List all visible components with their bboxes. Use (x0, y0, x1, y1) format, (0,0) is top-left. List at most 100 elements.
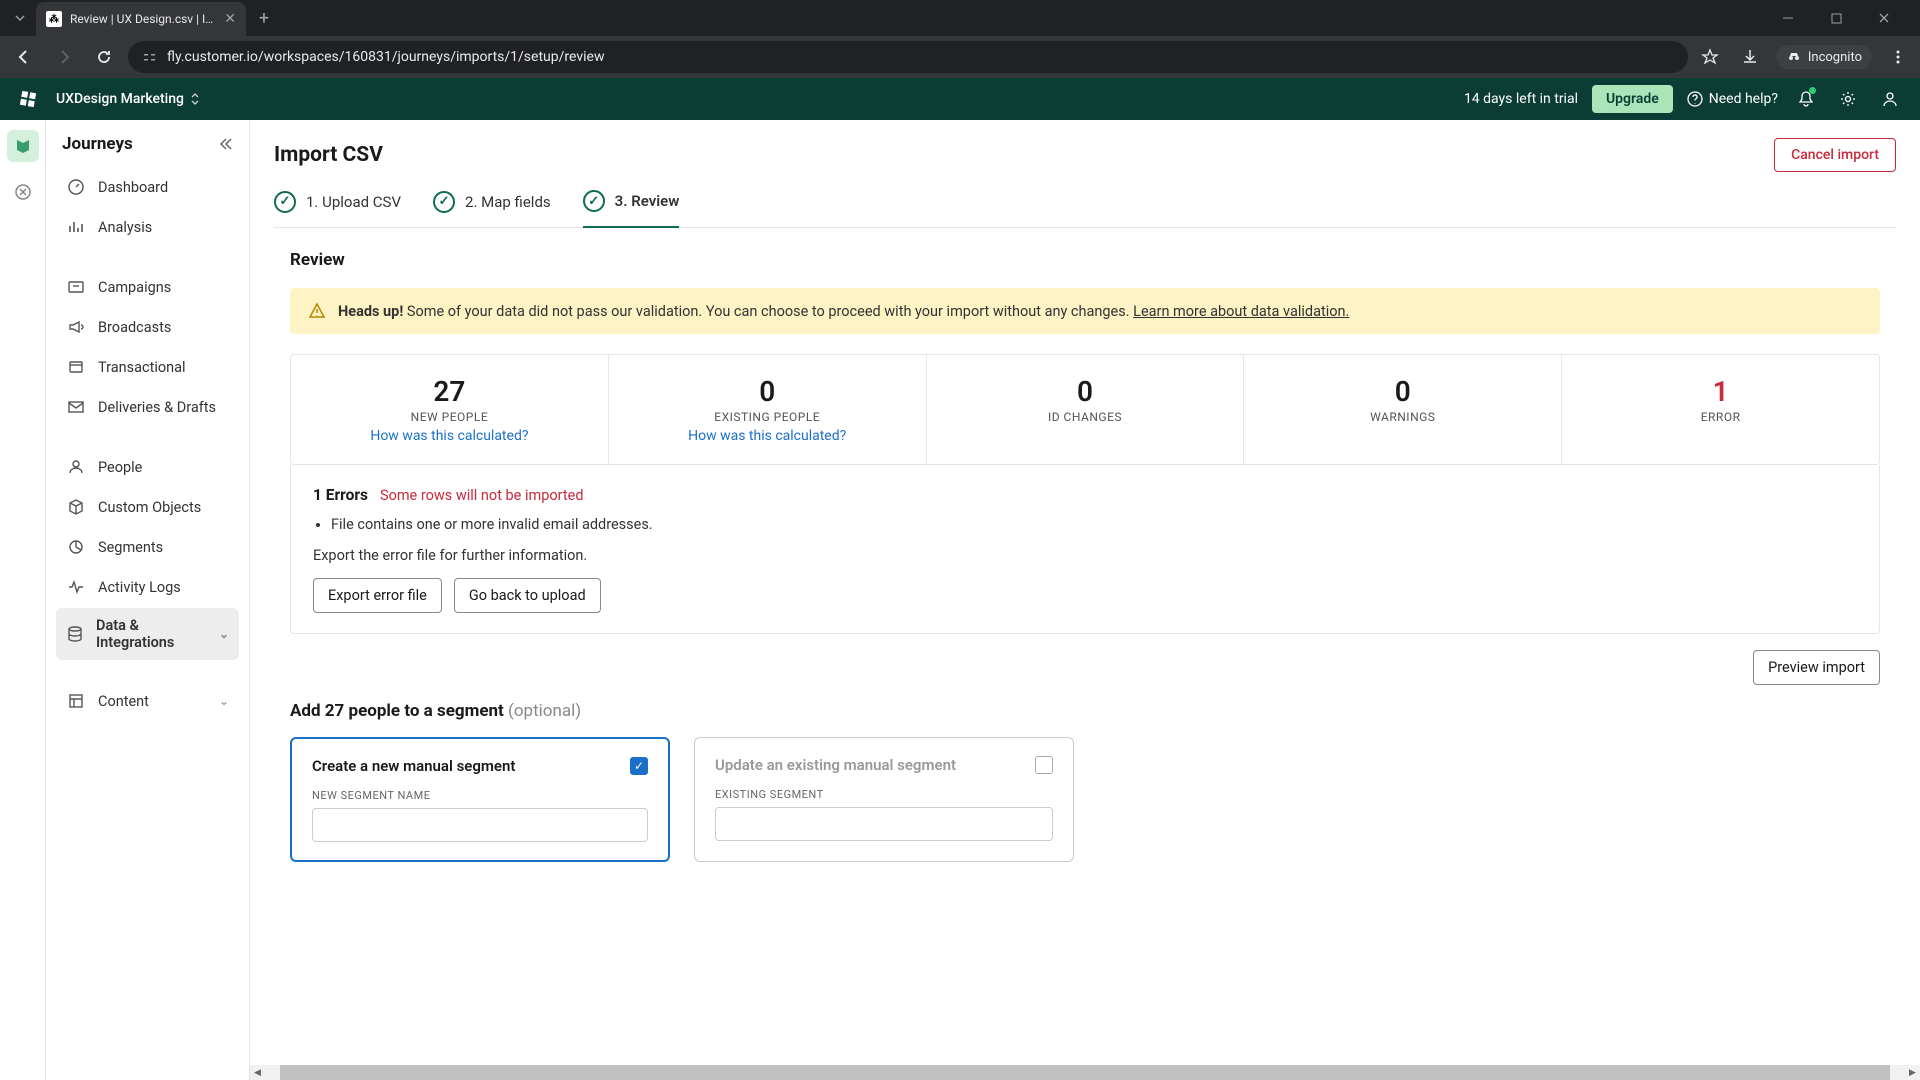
sidebar-item-analysis[interactable]: Analysis (56, 208, 239, 246)
new-segment-name-input[interactable] (312, 808, 648, 842)
horizontal-scrollbar[interactable]: ◀ ▶ (250, 1065, 1920, 1080)
window-maximize-button[interactable] (1816, 3, 1856, 33)
trial-status: 14 days left in trial (1464, 91, 1578, 107)
window-close-button[interactable] (1864, 3, 1904, 33)
tab-favicon-icon: ⁂ (46, 11, 62, 27)
error-item: File contains one or more invalid email … (331, 516, 1857, 533)
notification-dot (1809, 87, 1816, 94)
incognito-indicator: Incognito (1776, 45, 1872, 69)
transactional-icon (66, 357, 86, 377)
rail-journeys[interactable] (7, 130, 39, 162)
people-icon (66, 457, 86, 477)
sidebar-item-content[interactable]: Content ⌄ (56, 682, 239, 720)
step-map-fields[interactable]: ✓ 2. Map fields (433, 190, 551, 227)
how-calculated-link[interactable]: How was this calculated? (619, 428, 916, 444)
megaphone-icon (66, 317, 86, 337)
site-settings-icon[interactable] (142, 50, 157, 65)
new-tab-button[interactable]: + (250, 4, 278, 32)
bookmark-button[interactable] (1696, 43, 1724, 71)
existing-segment-select[interactable] (715, 807, 1053, 841)
warning-icon (308, 302, 326, 320)
pulse-icon (66, 577, 86, 597)
segment-checkbox-checked[interactable]: ✓ (630, 757, 648, 775)
update-segment-card[interactable]: Update an existing manual segment EXISTI… (694, 737, 1074, 862)
sidebar-item-data-integrations[interactable]: Data & Integrations ⌄ (56, 608, 239, 660)
segment-section-title: Add 27 people to a segment (optional) (290, 701, 1880, 721)
go-back-to-upload-button[interactable]: Go back to upload (454, 578, 601, 613)
stat-existing-people: 0 EXISTING PEOPLE How was this calculate… (609, 355, 927, 464)
sidebar-item-deliveries[interactable]: Deliveries & Drafts (56, 388, 239, 426)
window-minimize-button[interactable] (1768, 3, 1808, 33)
sidebar-item-segments[interactable]: Segments (56, 528, 239, 566)
browser-tab[interactable]: ⁂ Review | UX Design.csv | Import ✕ (36, 2, 246, 36)
stats-row: 27 NEW PEOPLE How was this calculated? 0… (290, 354, 1880, 465)
forward-button[interactable] (48, 41, 80, 73)
chevron-down-icon: ⌄ (219, 694, 229, 708)
sidebar-item-dashboard[interactable]: Dashboard (56, 168, 239, 206)
errors-title: 1 Errors (313, 486, 368, 504)
how-calculated-link[interactable]: How was this calculated? (301, 428, 598, 444)
stat-id-changes: 0 ID CHANGES (927, 355, 1245, 464)
envelope-icon (66, 397, 86, 417)
segment-checkbox[interactable] (1035, 756, 1053, 774)
sidebar-item-transactional[interactable]: Transactional (56, 348, 239, 386)
chevron-down-icon: ⌄ (219, 627, 229, 641)
workspace-switcher[interactable]: UXDesign Marketing (56, 91, 200, 107)
dashboard-icon (66, 177, 86, 197)
sidebar-item-people[interactable]: People (56, 448, 239, 486)
cancel-import-button[interactable]: Cancel import (1774, 138, 1896, 172)
step-review[interactable]: ✓ 3. Review (583, 190, 680, 228)
errors-subtitle: Some rows will not be imported (380, 487, 584, 504)
content-icon (66, 691, 86, 711)
chevron-updown-icon (190, 92, 200, 106)
notifications-button[interactable] (1792, 85, 1820, 113)
address-bar[interactable]: fly.customer.io/workspaces/160831/journe… (128, 41, 1688, 73)
upgrade-button[interactable]: Upgrade (1592, 85, 1673, 113)
page-title: Import CSV (274, 143, 383, 167)
url-text: fly.customer.io/workspaces/160831/journe… (167, 49, 1674, 65)
create-segment-card[interactable]: Create a new manual segment ✓ NEW SEGMEN… (290, 737, 670, 862)
tab-dropdown-button[interactable] (8, 6, 32, 30)
sidebar-item-broadcasts[interactable]: Broadcasts (56, 308, 239, 346)
learn-more-link[interactable]: Learn more about data validation. (1133, 303, 1349, 320)
stat-new-people: 27 NEW PEOPLE How was this calculated? (291, 355, 609, 464)
reload-button[interactable] (88, 41, 120, 73)
errors-note: Export the error file for further inform… (313, 547, 1857, 564)
rail-item-2[interactable] (7, 176, 39, 208)
stat-error: 1 ERROR (1562, 355, 1879, 464)
scroll-left-button[interactable]: ◀ (250, 1065, 265, 1080)
settings-button[interactable] (1834, 85, 1862, 113)
campaigns-icon (66, 277, 86, 297)
tab-title: Review | UX Design.csv | Import (70, 12, 216, 26)
sidebar-item-campaigns[interactable]: Campaigns (56, 268, 239, 306)
sidebar-item-custom-objects[interactable]: Custom Objects (56, 488, 239, 526)
sidebar-title: Journeys (62, 134, 133, 154)
downloads-button[interactable] (1736, 43, 1764, 71)
cube-icon (66, 497, 86, 517)
step-upload-csv[interactable]: ✓ 1. Upload CSV (274, 190, 401, 227)
errors-section: 1 Errors Some rows will not be imported … (290, 465, 1880, 634)
check-icon: ✓ (433, 191, 455, 213)
incognito-icon (1786, 49, 1802, 65)
check-icon: ✓ (274, 191, 296, 213)
account-button[interactable] (1876, 85, 1904, 113)
help-icon (1687, 91, 1703, 107)
section-title: Review (274, 250, 1896, 270)
export-error-file-button[interactable]: Export error file (313, 578, 442, 613)
database-icon (66, 624, 84, 644)
tab-close-button[interactable]: ✕ (224, 11, 236, 27)
chart-icon (66, 217, 86, 237)
app-logo-icon[interactable] (16, 87, 40, 111)
segments-icon (66, 537, 86, 557)
help-link[interactable]: Need help? (1687, 91, 1778, 107)
scroll-thumb[interactable] (280, 1065, 1890, 1080)
back-button[interactable] (8, 41, 40, 73)
check-icon: ✓ (583, 190, 605, 212)
collapse-sidebar-button[interactable] (217, 136, 233, 152)
stat-warnings: 0 WARNINGS (1244, 355, 1562, 464)
validation-alert: Heads up! Some of your data did not pass… (290, 288, 1880, 334)
browser-menu-button[interactable] (1884, 43, 1912, 71)
preview-import-button[interactable]: Preview import (1753, 650, 1880, 685)
scroll-right-button[interactable]: ▶ (1905, 1065, 1920, 1080)
sidebar-item-activity-logs[interactable]: Activity Logs (56, 568, 239, 606)
